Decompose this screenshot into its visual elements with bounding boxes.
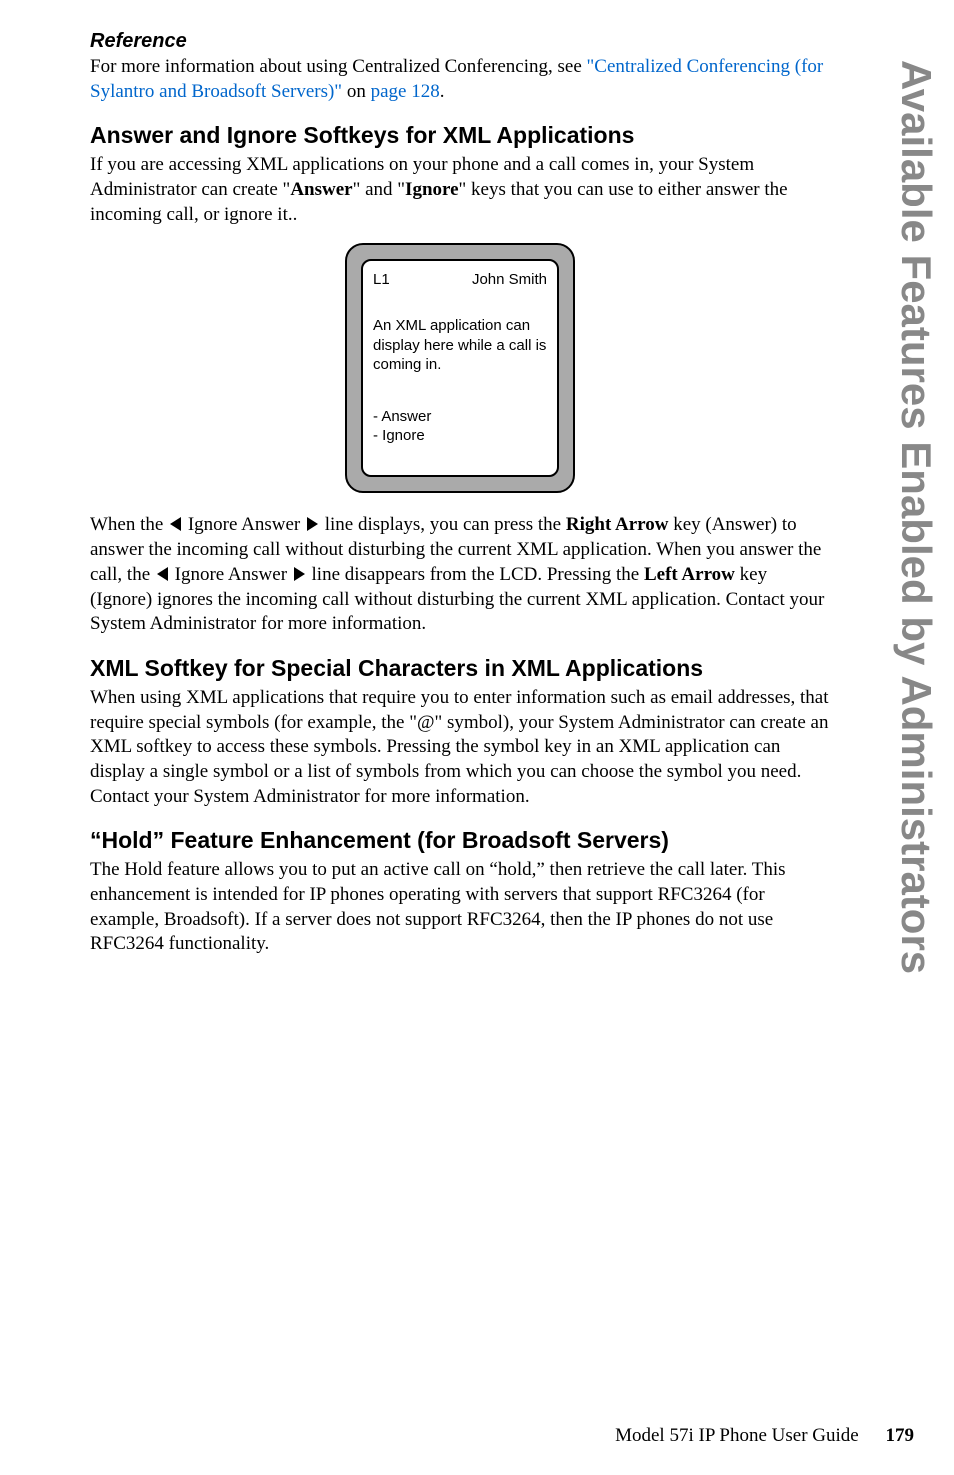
triangle-right-icon-2 [294,567,305,581]
p2g: line disappears from the LCD. Pressing t… [307,564,644,585]
phone-outer-frame: L1 John Smith An XML application can dis… [345,243,575,493]
section3-heading: “Hold” Feature Enhancement (for Broadsof… [90,827,830,854]
side-tab-heading: Available Features Enabled by Administra… [892,60,940,974]
reference-heading: Reference [90,30,830,53]
phone-inner-screen: L1 John Smith An XML application can dis… [361,259,559,477]
phone-status-row: L1 John Smith [373,271,547,288]
page-content: Reference For more information about usi… [90,30,830,957]
p2h: Left Arrow [644,564,735,585]
p2a: When the [90,514,168,535]
phone-illustration: L1 John Smith An XML application can dis… [345,243,575,493]
page-footer: Model 57i IP Phone User Guide 179 [615,1425,914,1447]
s1-p1c: " and " [353,179,405,200]
phone-opt-answer: - Answer [373,407,547,427]
triangle-left-icon-2 [157,567,168,581]
phone-options: - Answer - Ignore [373,407,547,446]
triangle-left-icon [170,517,181,531]
footer-text: Model 57i IP Phone User Guide [615,1425,859,1446]
section2-heading: XML Softkey for Special Characters in XM… [90,655,830,682]
reference-paragraph: For more information about using Central… [90,55,830,104]
s1-p1d: Ignore [405,179,458,200]
section2-paragraph: When using XML applications that require… [90,686,830,809]
reference-intro: For more information about using Central… [90,56,587,77]
phone-caller-name: John Smith [472,271,547,288]
phone-opt-ignore: - Ignore [373,426,547,446]
footer-page-number: 179 [886,1425,915,1446]
section1-paragraph: If you are accessing XML applications on… [90,153,830,227]
p2b: Ignore Answer [183,514,305,535]
para2: When the Ignore Answer line displays, yo… [90,513,830,636]
reference-page-link[interactable]: page 128 [371,81,440,102]
p2f: Ignore Answer [170,564,292,585]
p2c: line displays, you can press the [320,514,566,535]
reference-middle: on [342,81,371,102]
phone-line-label: L1 [373,271,390,288]
section1-heading: Answer and Ignore Softkeys for XML Appli… [90,122,830,149]
section3-paragraph: The Hold feature allows you to put an ac… [90,858,830,957]
p2d: Right Arrow [566,514,669,535]
triangle-right-icon [307,517,318,531]
reference-end: . [440,81,445,102]
s1-p1b: Answer [290,179,352,200]
phone-message: An XML application can display here whil… [373,316,547,375]
